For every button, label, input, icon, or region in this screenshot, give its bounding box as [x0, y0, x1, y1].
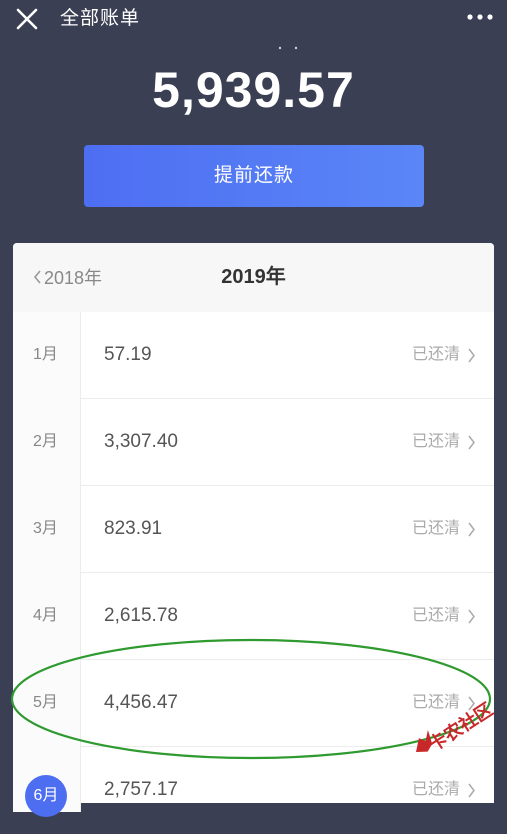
bill-status: 已还清	[411, 694, 460, 711]
bill-month: 2月	[33, 433, 58, 450]
bill-amount: 4,456.47	[104, 692, 178, 713]
bill-row[interactable]: 4月 2,615.78 已还清	[13, 573, 494, 660]
chevron-right-icon	[468, 783, 475, 798]
bill-status: 已还清	[411, 781, 460, 798]
bill-month: 1月	[33, 346, 58, 363]
year-navigator: 2018年 2019年	[13, 243, 494, 312]
bill-month-current: 6月	[25, 775, 67, 817]
bill-status: 已还清	[411, 607, 460, 624]
bill-card: 2018年 2019年 1月 57.19 已还清 2月 3,307.40 已还清…	[13, 243, 494, 817]
bill-row[interactable]: 6月 2,757.17 已还清	[13, 747, 494, 834]
bill-row[interactable]: 5月 4,456.47 已还清	[13, 660, 494, 747]
bill-amount: 2,615.78	[104, 605, 178, 626]
bill-amount: 57.19	[104, 344, 152, 365]
chevron-right-icon	[468, 522, 475, 537]
bill-month: 4月	[33, 607, 58, 624]
bill-month: 5月	[33, 694, 58, 711]
chevron-right-icon	[468, 348, 475, 363]
current-year-label: 2019年	[221, 266, 286, 288]
page-title: 全部账单	[60, 8, 141, 29]
chevron-right-icon	[468, 609, 475, 624]
bill-row[interactable]: 3月 823.91 已还清	[13, 486, 494, 573]
early-repay-button[interactable]: 提前还款	[84, 145, 424, 207]
decorative-dots	[278, 46, 298, 50]
bill-status: 已还清	[411, 346, 460, 363]
total-amount: 5,939.57	[152, 62, 355, 118]
bill-amount: 2,757.17	[104, 779, 178, 800]
bill-amount: 3,307.40	[104, 431, 178, 452]
close-icon[interactable]	[14, 6, 40, 32]
bill-row[interactable]: 1月 57.19 已还清	[13, 312, 494, 399]
bill-status: 已还清	[411, 433, 460, 450]
bill-amount: 823.91	[104, 518, 163, 539]
bill-status: 已还清	[411, 520, 460, 537]
more-icon[interactable]	[465, 10, 495, 24]
bill-row[interactable]: 2月 3,307.40 已还清	[13, 399, 494, 486]
bill-month: 3月	[33, 520, 58, 537]
chevron-right-icon	[468, 435, 475, 450]
top-bar: 全部账单	[0, 0, 507, 40]
